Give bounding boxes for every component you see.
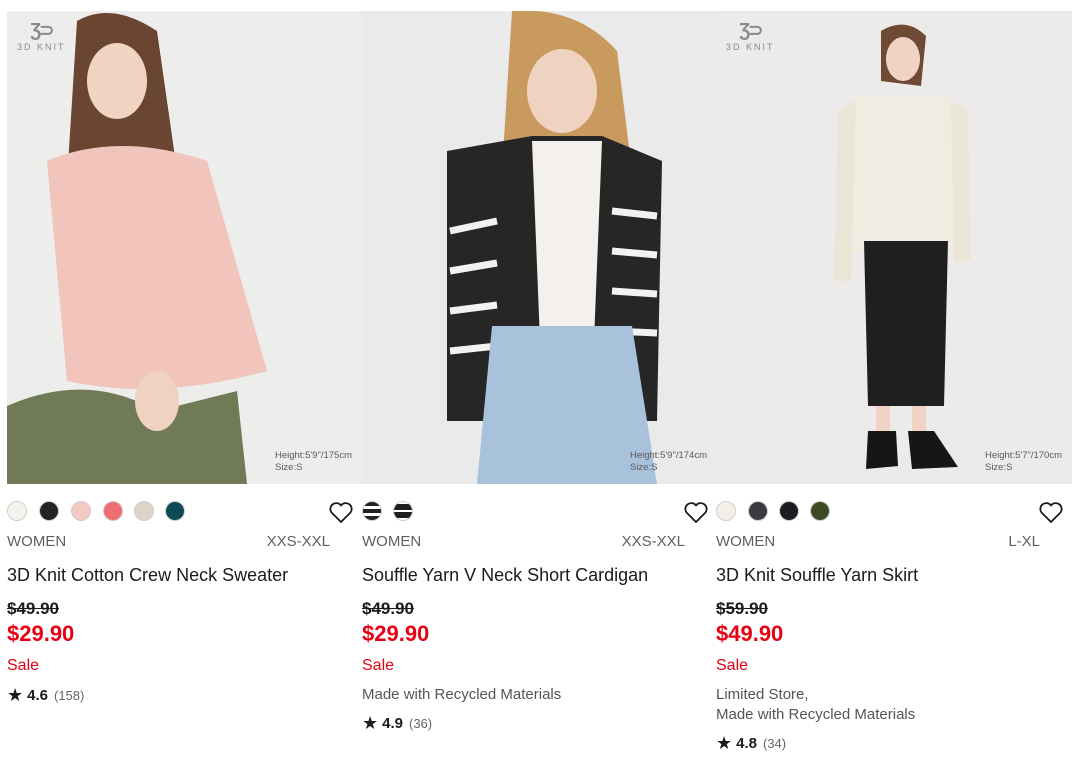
gender-label: WOMEN <box>7 533 67 550</box>
gender-label: WOMEN <box>716 533 776 550</box>
color-swatch-2[interactable] <box>39 501 59 521</box>
color-swatch-2[interactable] <box>393 501 413 521</box>
sale-flag: Sale <box>362 657 395 674</box>
color-swatch-1[interactable] <box>716 501 736 521</box>
original-price: $49.90 <box>362 599 414 618</box>
size-range: XXS-XXL <box>621 533 685 550</box>
star-icon: ★ <box>7 685 24 705</box>
sale-price: $29.90 <box>362 621 430 646</box>
heart-outline-icon[interactable] <box>1038 501 1064 525</box>
star-icon: ★ <box>362 713 379 733</box>
product-card[interactable]: Height:5'9"/174cm Size:S WOMEN XXS-XXL S… <box>362 11 717 734</box>
color-swatch-5[interactable] <box>134 501 154 521</box>
original-price: $49.90 <box>7 599 59 618</box>
size-range: L-XL <box>1008 533 1040 550</box>
product-image[interactable]: Height:5'9"/174cm Size:S <box>362 11 717 484</box>
size-range: XXS-XXL <box>266 533 330 550</box>
sale-price: $29.90 <box>7 621 75 646</box>
heart-outline-icon[interactable] <box>328 501 354 525</box>
color-swatch-1[interactable] <box>7 501 27 521</box>
product-rating: ★ 4.6 (158) <box>7 685 362 706</box>
rating-score: 4.6 <box>27 687 48 704</box>
product-features: Made with Recycled Materials <box>362 686 562 703</box>
product-meta: WOMEN XXS-XXL <box>7 533 362 553</box>
product-rating: ★ 4.8 (34) <box>716 733 1072 754</box>
product-meta: WOMEN L-XL <box>716 533 1072 553</box>
color-swatches <box>716 497 1072 530</box>
sale-flag: Sale <box>716 657 749 674</box>
color-swatch-6[interactable] <box>165 501 185 521</box>
gender-label: WOMEN <box>362 533 422 550</box>
review-count: (36) <box>409 716 433 731</box>
original-price: $59.90 <box>716 599 768 618</box>
review-count: (34) <box>763 736 787 751</box>
color-swatches <box>362 497 717 530</box>
product-image[interactable]: Ʒ⊃ 3D KNIT Height:5'7"/170cm Size:S <box>716 11 1072 484</box>
product-meta: WOMEN XXS-XXL <box>362 533 717 553</box>
review-count: (158) <box>54 688 85 703</box>
color-swatch-3[interactable] <box>71 501 91 521</box>
model-info: Height:5'9"/174cm Size:S <box>629 450 707 473</box>
star-icon: ★ <box>716 733 733 753</box>
sale-price: $49.90 <box>716 621 784 646</box>
product-card[interactable]: Ʒ⊃ 3D KNIT Height:5'9"/175cm Size:S WOME… <box>7 11 362 706</box>
color-swatches <box>7 497 362 530</box>
model-info: Height:5'9"/175cm Size:S <box>274 450 352 473</box>
product-name[interactable]: Souffle Yarn V Neck Short Cardigan <box>362 565 717 587</box>
color-swatch-4[interactable] <box>810 501 830 521</box>
rating-score: 4.8 <box>736 735 757 752</box>
3d-knit-logo-icon: Ʒ⊃ 3D KNIT <box>726 20 775 52</box>
product-name[interactable]: 3D Knit Cotton Crew Neck Sweater <box>7 565 362 587</box>
product-card[interactable]: Ʒ⊃ 3D KNIT Height:5'7"/170cm Size:S WOME… <box>716 11 1072 754</box>
color-swatch-3[interactable] <box>779 501 799 521</box>
color-swatch-1[interactable] <box>362 501 382 521</box>
product-image[interactable]: Ʒ⊃ 3D KNIT Height:5'9"/175cm Size:S <box>7 11 362 484</box>
product-grid: Ʒ⊃ 3D KNIT Height:5'9"/175cm Size:S WOME… <box>0 0 1080 764</box>
rating-score: 4.9 <box>382 715 403 732</box>
heart-outline-icon[interactable] <box>683 501 709 525</box>
color-swatch-4[interactable] <box>103 501 123 521</box>
model-info: Height:5'7"/170cm Size:S <box>984 450 1062 473</box>
color-swatch-2[interactable] <box>748 501 768 521</box>
product-name[interactable]: 3D Knit Souffle Yarn Skirt <box>716 565 1072 587</box>
product-features: Limited Store, Made with Recycled Materi… <box>716 686 916 723</box>
sale-flag: Sale <box>7 657 40 674</box>
product-rating: ★ 4.9 (36) <box>362 713 717 734</box>
3d-knit-logo-icon: Ʒ⊃ 3D KNIT <box>17 20 66 52</box>
